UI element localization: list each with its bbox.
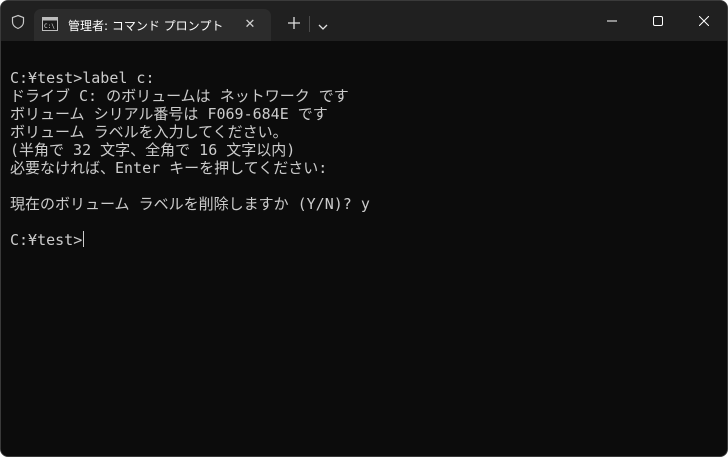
maximize-button[interactable] — [635, 1, 681, 41]
terminal-window: C:\ 管理者: コマンド プロンプト ✕ C:¥test>label c: ド… — [0, 0, 728, 457]
terminal-line: 現在のボリューム ラベルを削除しますか (Y/N)? y — [10, 195, 370, 213]
terminal-line: ドライブ C: のボリュームは ネットワーク です — [10, 87, 349, 105]
close-icon — [699, 16, 709, 26]
terminal-lines: C:¥test>label c: ドライブ C: のボリュームは ネットワーク … — [10, 69, 370, 249]
tab-divider — [309, 16, 310, 32]
plus-icon[interactable] — [286, 15, 302, 31]
terminal-line: ボリューム ラベルを入力してください。 — [10, 123, 288, 141]
title-bar[interactable]: C:\ 管理者: コマンド プロンプト ✕ — [1, 1, 727, 41]
svg-text:C:\: C:\ — [44, 23, 55, 30]
chevron-down-icon[interactable] — [317, 19, 329, 30]
prompt-text: C:¥test> — [10, 231, 83, 249]
prompt-line: C:¥test> — [10, 231, 370, 249]
shield-icon[interactable] — [10, 14, 26, 30]
text-cursor — [83, 231, 85, 247]
close-tab-icon[interactable]: ✕ — [242, 17, 258, 33]
terminal-line: 必要なければ、Enter キーを押してください: — [10, 159, 328, 177]
terminal-output[interactable]: C:¥test>label c: ドライブ C: のボリュームは ネットワーク … — [1, 41, 727, 456]
maximize-icon — [653, 16, 663, 26]
minimize-button[interactable] — [589, 1, 635, 41]
minimize-icon — [607, 20, 617, 22]
tab-command-prompt[interactable]: C:\ 管理者: コマンド プロンプト ✕ — [34, 9, 271, 41]
tab-title: 管理者: コマンド プロンプト — [68, 19, 224, 33]
close-button[interactable] — [681, 1, 727, 41]
terminal-line: C:¥test>label c: — [10, 69, 155, 87]
cmd-icon: C:\ — [42, 17, 58, 31]
terminal-line: (半角で 32 文字、全角で 16 文字以内) — [10, 141, 296, 159]
terminal-line: ボリューム シリアル番号は F069-684E です — [10, 105, 328, 123]
